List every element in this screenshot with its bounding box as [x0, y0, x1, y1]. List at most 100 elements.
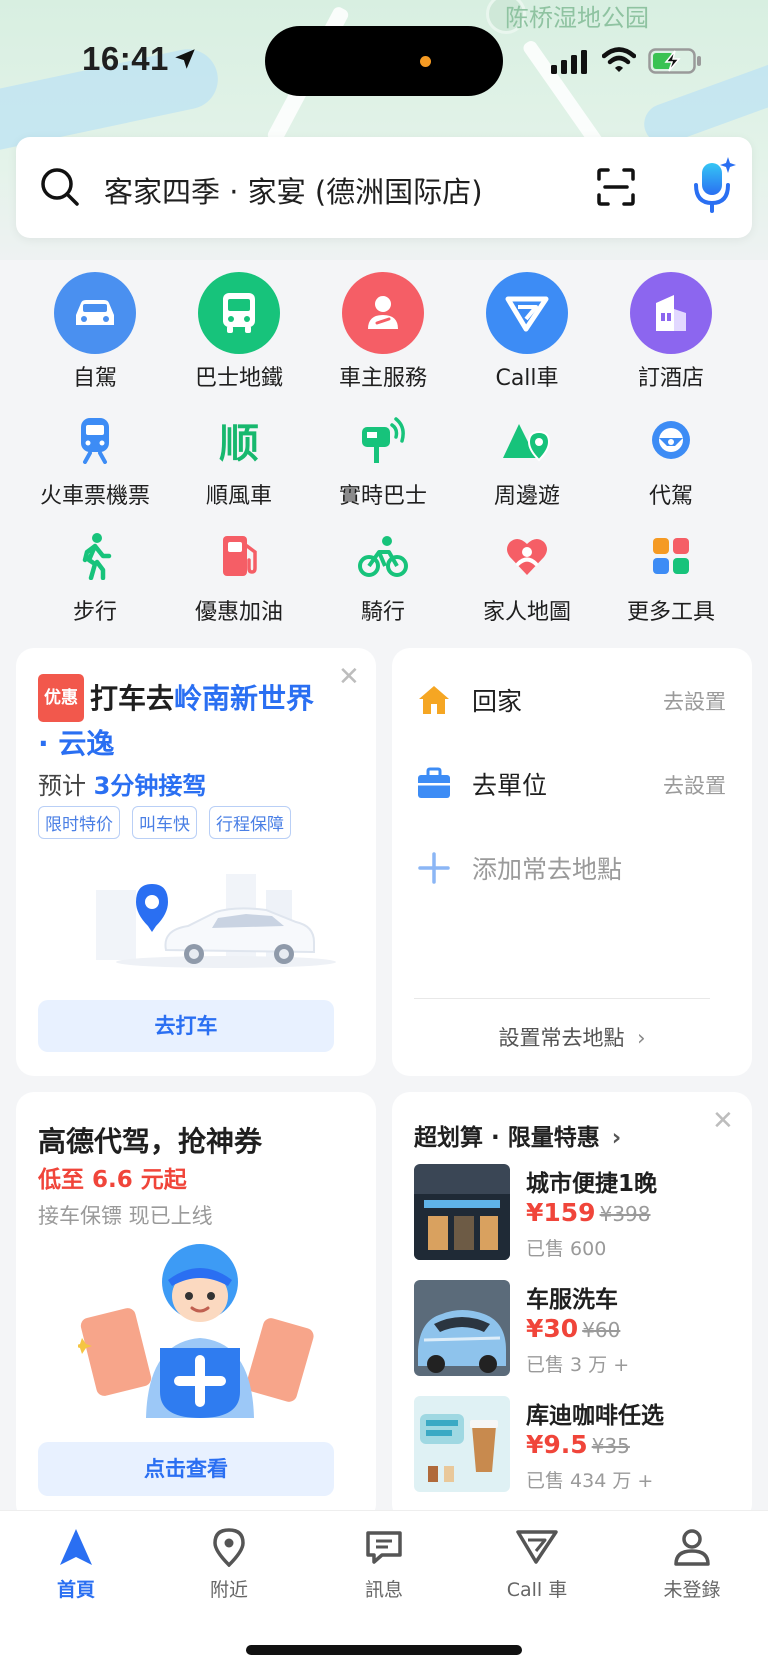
close-icon[interactable]: ✕ [338, 664, 360, 690]
close-icon[interactable]: ✕ [712, 1108, 734, 1134]
deal-sold-count: 已售 600 [526, 1238, 607, 1260]
status-bar: 16:41 [0, 0, 768, 120]
scan-icon[interactable] [596, 167, 636, 207]
tool-label: 騎行 [360, 600, 405, 625]
tool-realtime-bus[interactable]: 實時巴士 [311, 410, 455, 510]
tool-label: 火車票機票 [39, 484, 150, 509]
home-set-action[interactable]: 去設置 [663, 686, 726, 716]
home-icon [419, 686, 449, 714]
wifi-icon [602, 47, 636, 72]
set-frequent-places-label: 設置常去地點 [498, 1026, 625, 1050]
add-place-label: 添加常去地點 [472, 855, 623, 884]
tool-label: 代駕 [648, 484, 693, 509]
work-place-row[interactable]: 去單位 去設置 [416, 760, 726, 810]
tab-messages[interactable]: 訊息 [324, 1525, 444, 1602]
tool-label: 巴士地鐵 [194, 366, 283, 391]
tool-cycling[interactable]: 騎行 [311, 526, 455, 626]
message-icon [366, 1531, 402, 1564]
tool-self-drive[interactable]: 自駕 [23, 272, 167, 392]
tool-family-map[interactable]: 家人地圖 [455, 526, 599, 626]
deal-current-price: ¥159 [526, 1198, 596, 1227]
person-service-icon [342, 272, 424, 354]
search-icon [41, 168, 79, 206]
deal-price: ¥9.5 ¥35 [526, 1430, 630, 1459]
tools-row-secondary: 火車票機票 顺 順風車 實時巴士 周邊遊 代駕 [0, 410, 768, 528]
divider [414, 998, 710, 999]
home-indicator [246, 1645, 522, 1655]
tab-label: 首頁 [56, 1579, 95, 1601]
driver-card-desc: 接车保镖 现已上线 [38, 1204, 213, 1228]
tool-train-flight[interactable]: 火車票機票 [23, 410, 167, 510]
driver-card-title: 高德代驾，抢神券 [38, 1125, 263, 1158]
fuel-pump-icon [209, 526, 269, 586]
hail-ride-button[interactable]: 去打车 [38, 1000, 334, 1052]
frequent-places-card: 回家 去設置 去單位 去設置 添加常去地點 設置常去地點 › [392, 648, 752, 1076]
tool-hitch-ride[interactable]: 顺 順風車 [167, 410, 311, 510]
chevron-right-icon: › [637, 1026, 646, 1050]
navigation-arrow-icon [60, 1529, 92, 1565]
deals-card: ✕ 超划算 · 限量特惠 › 城市便捷1晚 ¥159 ¥398 已售 600 车服… [392, 1092, 752, 1522]
deals-heading-label: 超划算 · 限量特惠 [414, 1125, 600, 1151]
tool-label: 車主服務 [338, 366, 427, 391]
car-illustration [96, 874, 336, 968]
dynamic-island [265, 26, 503, 96]
tools-row-tertiary: 步行 優惠加油 騎行 家人地圖 更多工具 [0, 526, 768, 644]
tool-label: 步行 [72, 600, 117, 625]
deal-item-coffee[interactable]: 库迪咖啡任选 ¥9.5 ¥35 已售 434 万 + [414, 1396, 714, 1492]
home-place-row[interactable]: 回家 去設置 [416, 676, 726, 726]
tab-nearby[interactable]: 附近 [169, 1525, 289, 1602]
add-place-row[interactable]: 添加常去地點 [416, 844, 726, 894]
deal-item-car-wash[interactable]: 车服洗车 ¥30 ¥60 已售 3 万 + [414, 1280, 714, 1376]
battery-charging-icon [648, 48, 701, 74]
deal-price: ¥159 ¥398 [526, 1198, 651, 1227]
ride-tag: 叫车快 [132, 806, 197, 839]
tool-walking[interactable]: 步行 [23, 526, 167, 626]
tool-label: 優惠加油 [194, 600, 283, 625]
tool-discount-fuel[interactable]: 優惠加油 [167, 526, 311, 626]
tool-more-tools[interactable]: 更多工具 [599, 526, 743, 626]
ride-tag: 限时特价 [38, 806, 120, 839]
tab-call-car[interactable]: Call 車 [477, 1525, 597, 1602]
ride-promo-card[interactable]: ✕ 优惠 打车去岭南新世界 · 云逸 预计 3分钟接驾 限时特价 叫车快 行程保障… [16, 648, 376, 1076]
recording-dot [420, 56, 431, 67]
tool-label: 訂酒店 [637, 366, 704, 391]
deal-sold-count: 已售 3 万 + [526, 1354, 630, 1376]
walking-person-icon [65, 526, 125, 586]
home-label: 回家 [472, 687, 523, 716]
discount-badge: 优惠 [38, 674, 84, 722]
tool-call-car[interactable]: Call車 [455, 272, 599, 392]
tool-hotel[interactable]: 訂酒店 [599, 272, 743, 392]
deal-original-price: ¥35 [591, 1434, 630, 1458]
set-frequent-places-link[interactable]: 設置常去地點 › [392, 1022, 752, 1052]
search-input[interactable]: 客家四季 · 家宴 (德洲国际店) [104, 169, 483, 211]
ride-promo-title: 优惠 打车去岭南新世界 · 云逸 [38, 674, 318, 766]
tool-nearby-travel[interactable]: 周邊遊 [455, 410, 599, 510]
voice-assistant-mic-icon[interactable] [692, 157, 736, 217]
work-set-action[interactable]: 去設置 [663, 770, 726, 800]
tab-home[interactable]: 首頁 [16, 1525, 136, 1602]
deal-original-price: ¥60 [582, 1318, 621, 1342]
tool-car-owner-service[interactable]: 車主服務 [311, 272, 455, 392]
user-icon [674, 1529, 710, 1566]
search-bar[interactable]: 客家四季 · 家宴 (德洲国际店) [16, 137, 752, 238]
view-details-button[interactable]: 点击查看 [38, 1442, 334, 1496]
call-car-logo-icon [486, 272, 568, 354]
driver-card-subtitle: 低至 6.6 元起 [38, 1167, 187, 1193]
deal-name: 车服洗车 [526, 1287, 618, 1313]
tool-designated-driver[interactable]: 代駕 [599, 410, 743, 510]
tab-account[interactable]: 未登錄 [632, 1525, 752, 1602]
deals-heading[interactable]: 超划算 · 限量特惠 › [414, 1118, 621, 1152]
tool-bus-metro[interactable]: 巴士地鐵 [167, 272, 311, 392]
ride-tag: 行程保障 [209, 806, 291, 839]
deal-current-price: ¥9.5 [526, 1430, 588, 1459]
deal-item-hotel[interactable]: 城市便捷1晚 ¥159 ¥398 已售 600 [414, 1164, 714, 1260]
briefcase-icon [418, 767, 450, 798]
tool-label: 周邊遊 [493, 484, 560, 509]
chevron-right-icon: › [611, 1125, 622, 1151]
tool-label: 家人地圖 [482, 600, 571, 625]
deal-original-price: ¥398 [599, 1202, 651, 1226]
tool-label: 自駕 [72, 366, 117, 391]
designated-driver-card[interactable]: 高德代驾，抢神券 低至 6.6 元起 接车保镖 现已上线 点击查看 [16, 1092, 376, 1522]
bicycle-icon [353, 526, 413, 586]
hitch-ride-glyph: 顺 [219, 421, 259, 467]
